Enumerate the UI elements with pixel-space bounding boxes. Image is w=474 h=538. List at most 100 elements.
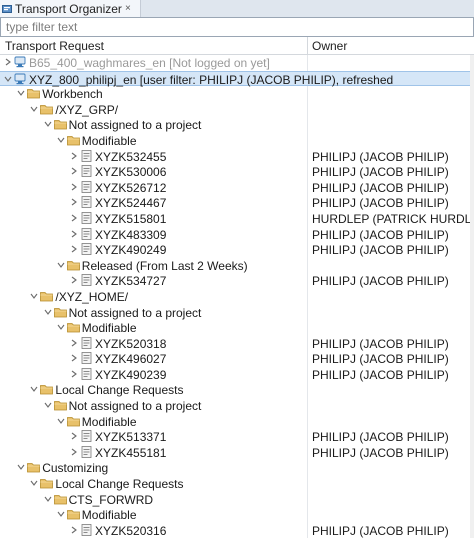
expand-arrow-right-icon[interactable] [70,198,78,206]
expand-arrow-right-icon[interactable] [70,276,78,284]
tree-folder-row[interactable]: Not assigned to a project [0,117,474,133]
tree-item-label: /XYZ_HOME/ [55,289,129,304]
tree-folder-row[interactable]: Not assigned to a project [0,305,474,321]
expand-arrow-right-icon[interactable] [70,354,78,362]
expand-arrow-right-icon[interactable] [70,432,78,440]
close-icon[interactable]: × [125,3,131,14]
folder-icon [40,292,54,302]
expand-arrow-down-icon[interactable] [4,75,12,83]
tree-folder-row[interactable]: Modifiable [0,414,474,430]
tree-item-label: B65_400_waghmares_en [Not logged on yet] [29,56,270,70]
expand-arrow-right-icon[interactable] [70,214,78,222]
transport-request-row[interactable]: XYZK490249 PHILIPJ (JACOB PHILIP) [0,242,474,258]
tree-folder-row[interactable]: Modifiable [0,133,474,149]
expand-arrow-down-icon[interactable] [57,417,65,425]
transport-request-row[interactable]: XYZK524467 PHILIPJ (JACOB PHILIP) [0,195,474,211]
expand-arrow-down-icon[interactable] [30,385,38,393]
folder-icon [53,401,67,411]
expand-arrow-right-icon[interactable] [4,58,12,66]
expand-arrow-down-icon[interactable] [17,463,25,471]
expand-arrow-down-icon[interactable] [30,292,38,300]
expand-arrow-right-icon[interactable] [70,526,78,534]
tree-item-label: XYZK496027 [95,352,167,367]
sap-system-icon [14,73,26,84]
tree-item-label: /XYZ_GRP/ [55,102,119,117]
tree-item-label: Not assigned to a project [68,305,202,320]
tree-item-label: XYZK483309 [95,227,167,242]
transport-request-row[interactable]: XYZK515801 HURDLEP (PATRICK HURDLE) [0,211,474,227]
tree-folder-row[interactable]: Local Change Requests [0,382,474,398]
transport-request-row[interactable]: XYZK520316 PHILIPJ (JACOB PHILIP) [0,523,474,538]
transport-request-row[interactable]: XYZK496027 PHILIPJ (JACOB PHILIP) [0,351,474,367]
transport-request-row[interactable]: XYZK490239 PHILIPJ (JACOB PHILIP) [0,367,474,383]
expand-arrow-down-icon[interactable] [57,323,65,331]
transport-request-icon [81,227,92,240]
expand-arrow-down-icon[interactable] [57,510,65,518]
expand-arrow-down-icon[interactable] [57,261,65,269]
system-row[interactable]: B65_400_waghmares_en [Not logged on yet] [0,55,474,71]
expand-arrow-down-icon[interactable] [30,479,38,487]
expand-arrow-down-icon[interactable] [44,308,52,316]
tab-transport-organizer[interactable]: Transport Organizer × [0,0,141,17]
transport-request-row[interactable]: XYZK513371 PHILIPJ (JACOB PHILIP) [0,429,474,445]
tree-item-label: XYZK520318 [95,336,167,351]
filter-box [0,17,474,37]
transport-request-row[interactable]: XYZK520318 PHILIPJ (JACOB PHILIP) [0,336,474,352]
expand-arrow-right-icon[interactable] [70,448,78,456]
expand-arrow-down-icon[interactable] [44,120,52,128]
column-header-owner[interactable]: Owner [312,39,347,53]
tree-folder-row[interactable]: Modifiable [0,507,474,523]
transport-request-icon [81,196,92,209]
system-row[interactable]: XYZ_800_philipj_en [user filter: PHILIPJ… [0,70,474,87]
tree-item-label: XYZK513371 [95,430,167,445]
transport-request-row[interactable]: XYZK483309 PHILIPJ (JACOB PHILIP) [0,227,474,243]
owner-cell: PHILIPJ (JACOB PHILIP) [312,227,449,242]
tree-item-label: Workbench [42,87,103,102]
expand-arrow-right-icon[interactable] [70,167,78,175]
transport-request-row[interactable]: XYZK534727 PHILIPJ (JACOB PHILIP) [0,273,474,289]
expand-arrow-right-icon[interactable] [70,370,78,378]
transport-request-icon [81,367,92,380]
expand-arrow-right-icon[interactable] [70,183,78,191]
tree-folder-row[interactable]: /XYZ_GRP/ [0,102,474,118]
tree-folder-row[interactable]: Customizing [0,460,474,476]
tree-item-label: Modifiable [81,508,137,523]
transport-request-icon [81,430,92,443]
tree-folder-row[interactable]: /XYZ_HOME/ [0,289,474,305]
owner-cell: PHILIPJ (JACOB PHILIP) [312,243,449,258]
transport-request-icon [81,212,92,224]
owner-cell: PHILIPJ (JACOB PHILIP) [312,523,449,538]
transport-request-row[interactable]: XYZK455181 PHILIPJ (JACOB PHILIP) [0,445,474,461]
tree-folder-row[interactable]: CTS_FORWRD [0,492,474,508]
expand-arrow-right-icon[interactable] [70,230,78,238]
expand-arrow-right-icon[interactable] [70,152,78,160]
expand-arrow-down-icon[interactable] [57,136,65,144]
tree-folder-row[interactable]: Released (From Last 2 Weeks) [0,258,474,274]
owner-cell: PHILIPJ (JACOB PHILIP) [312,149,449,164]
tree-folder-row[interactable]: Workbench [0,86,474,102]
expand-arrow-right-icon[interactable] [70,339,78,347]
transport-request-row[interactable]: XYZK532455 PHILIPJ (JACOB PHILIP) [0,149,474,165]
expand-arrow-down-icon[interactable] [44,401,52,409]
tree-item-label: XYZK530006 [95,165,167,180]
folder-icon [66,136,80,146]
expand-arrow-down-icon[interactable] [17,89,25,97]
tree-folder-row[interactable]: Modifiable [0,320,474,336]
expand-arrow-down-icon[interactable] [44,495,52,503]
column-header-transport-request[interactable]: Transport Request [5,39,104,53]
folder-icon [66,260,80,271]
folder-icon [66,323,80,333]
transport-request-row[interactable]: XYZK526712 PHILIPJ (JACOB PHILIP) [0,180,474,196]
vertical-scrollbar[interactable] [470,55,474,538]
tree-folder-row[interactable]: Local Change Requests [0,476,474,492]
tree-item-label: Modifiable [81,133,137,148]
transport-request-row[interactable]: XYZK530006 PHILIPJ (JACOB PHILIP) [0,164,474,180]
folder-icon [53,494,67,505]
tree-folder-row[interactable]: Not assigned to a project [0,398,474,414]
filter-input[interactable] [1,18,466,36]
transport-request-icon [81,336,92,349]
expand-arrow-right-icon[interactable] [70,245,78,253]
column-divider[interactable] [307,37,308,54]
expand-arrow-down-icon[interactable] [30,105,38,113]
tree-item-label: Not assigned to a project [68,399,202,414]
